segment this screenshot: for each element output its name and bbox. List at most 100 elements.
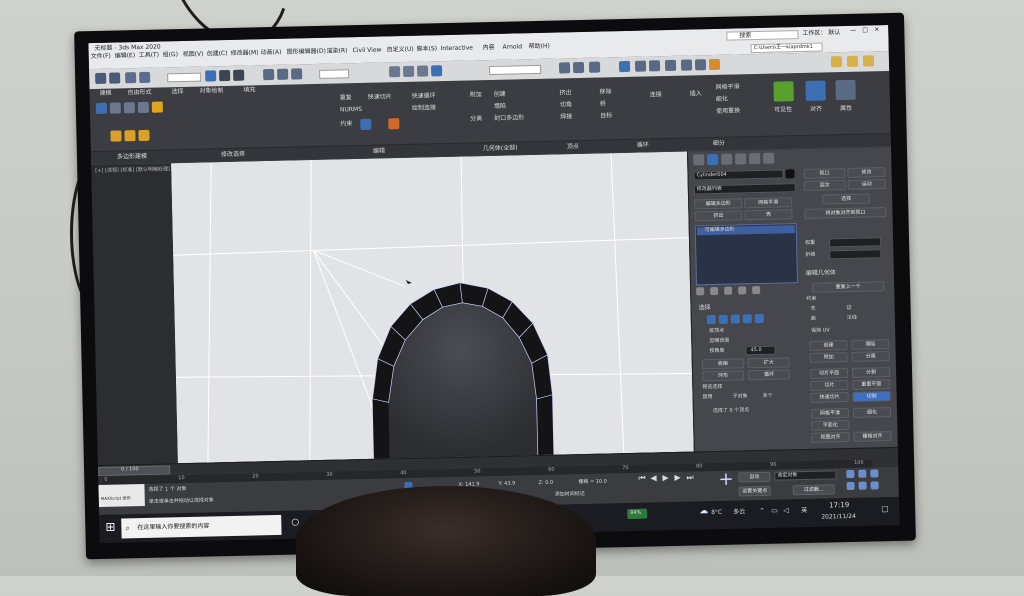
menu-item[interactable]: 视图(V) bbox=[183, 51, 204, 58]
volume-icon[interactable]: ◁ bbox=[783, 506, 789, 514]
loop-button[interactable]: 循环 bbox=[747, 369, 791, 381]
task-view-icon[interactable]: ○ bbox=[291, 518, 299, 528]
menu-item[interactable]: 自定义(U) bbox=[387, 46, 414, 54]
rect-selection-icon[interactable] bbox=[233, 69, 245, 81]
ribbon-mesh-smooth[interactable]: 网格平滑 bbox=[715, 83, 739, 91]
network-icon[interactable]: ▭ bbox=[771, 507, 778, 515]
workspace-value[interactable]: 默认 bbox=[828, 29, 840, 36]
ribbon-extrude[interactable]: 挤出 bbox=[560, 89, 572, 96]
menu-item[interactable]: 工具(T) bbox=[139, 52, 160, 59]
align-icon[interactable] bbox=[572, 61, 585, 74]
ribbon-cap[interactable]: 封口多边形 bbox=[494, 114, 524, 122]
curve-editor-icon[interactable] bbox=[634, 60, 647, 72]
ribbon-detach[interactable]: 分离 bbox=[470, 115, 482, 122]
meshsmooth-geo-button[interactable]: 网格平滑 bbox=[810, 408, 850, 419]
coord-y[interactable]: Y: 43.9 bbox=[498, 481, 515, 487]
motion-tab-icon[interactable] bbox=[735, 153, 747, 165]
create-tab-icon[interactable] bbox=[693, 154, 705, 166]
selection-rollout-title[interactable]: 选择 bbox=[698, 304, 710, 311]
grow-button[interactable]: 扩大 bbox=[747, 357, 790, 369]
ribbon-refine[interactable]: 细化 bbox=[716, 96, 728, 103]
ribbon-insert[interactable]: 插入 bbox=[690, 90, 702, 97]
constraint-face-radio[interactable]: 面 bbox=[811, 316, 816, 322]
edge-icon[interactable] bbox=[109, 102, 121, 114]
ribbon-collapse[interactable]: 塌陷 bbox=[494, 103, 506, 110]
close-icon[interactable]: ✕ bbox=[874, 26, 879, 33]
maxscript-listener[interactable]: MAXScript 迷你 bbox=[98, 484, 145, 508]
link-icon[interactable] bbox=[125, 72, 137, 84]
stack-icon[interactable] bbox=[110, 130, 122, 142]
unlink-icon[interactable] bbox=[139, 71, 151, 84]
minimize-icon[interactable]: — bbox=[850, 27, 856, 34]
shell-button[interactable]: 壳 bbox=[744, 209, 793, 221]
angle-field[interactable]: 45.0 bbox=[745, 345, 776, 356]
attach-button[interactable]: 附加 bbox=[809, 352, 848, 363]
visibility-icon[interactable] bbox=[773, 81, 794, 102]
auto-key-button[interactable]: 自动 bbox=[738, 471, 771, 483]
key-filters-button[interactable]: 过滤器... bbox=[792, 484, 835, 496]
project-path[interactable]: C:\Users\王一kiaprdmk1 bbox=[750, 42, 823, 54]
menu-item[interactable]: 组(G) bbox=[163, 51, 178, 58]
ribbon-nurms[interactable]: NURMS bbox=[340, 106, 362, 113]
coord-z[interactable]: Z: 0.0 bbox=[538, 480, 553, 486]
selection-filter[interactable] bbox=[167, 72, 202, 83]
scale-icon[interactable] bbox=[291, 68, 303, 80]
preview-off-radio[interactable]: 禁用 bbox=[703, 394, 713, 400]
modify-tab-icon[interactable] bbox=[707, 153, 719, 166]
ime-indicator[interactable]: 英 bbox=[801, 507, 807, 514]
graphite-icon[interactable] bbox=[618, 60, 631, 73]
ribbon-chamfer[interactable]: 切角 bbox=[560, 101, 572, 108]
menu-item[interactable]: 编辑(E) bbox=[115, 52, 136, 59]
ribbon-weld[interactable]: 焊接 bbox=[560, 113, 572, 120]
ribbon-connect[interactable]: 连接 bbox=[650, 91, 662, 98]
slice-button[interactable]: 切片 bbox=[810, 380, 849, 391]
ribbon-constraint[interactable]: 约束 bbox=[340, 120, 352, 127]
viewport[interactable] bbox=[171, 151, 694, 464]
tab-modeling[interactable]: 建模 bbox=[99, 90, 111, 97]
meshsmooth-button[interactable]: 网格平滑 bbox=[744, 197, 793, 209]
ring-button[interactable]: 环形 bbox=[701, 370, 745, 382]
folder-icon[interactable] bbox=[830, 56, 843, 68]
menu-item[interactable]: Civil View bbox=[353, 47, 382, 55]
grid-align-button[interactable]: 栅格对齐 bbox=[853, 431, 892, 442]
weight-field[interactable] bbox=[829, 237, 882, 248]
slice-plane-button[interactable]: 切片平面 bbox=[809, 368, 849, 379]
menu-item[interactable]: 图形编辑器(D) bbox=[287, 48, 326, 56]
folder-icon[interactable] bbox=[862, 55, 875, 67]
vertex-level-icon[interactable] bbox=[706, 315, 716, 325]
render-icon[interactable] bbox=[708, 58, 721, 71]
taskbar-search[interactable]: ⌕ 在这里输入你要搜索的内容 bbox=[121, 514, 282, 539]
extrude-button[interactable]: 挤出 bbox=[694, 210, 743, 222]
constraint-icon[interactable] bbox=[360, 118, 372, 131]
ribbon-bridge[interactable]: 桥 bbox=[600, 100, 606, 107]
remove-modifier-icon[interactable] bbox=[738, 286, 747, 295]
ribbon-target[interactable]: 目标 bbox=[600, 112, 612, 119]
display-tab-icon[interactable] bbox=[749, 152, 761, 165]
utilities-tab-icon[interactable] bbox=[763, 152, 775, 164]
pin-icon[interactable] bbox=[696, 287, 705, 296]
modifier-stack[interactable]: 可编辑多边形 bbox=[694, 223, 799, 286]
notification-icon[interactable]: ▢ bbox=[881, 504, 889, 513]
go-to-end-icon[interactable]: ⏭ bbox=[686, 473, 693, 482]
selected-object-dropdown[interactable]: 选定对象 bbox=[774, 470, 837, 481]
battery-badge[interactable]: 84% bbox=[627, 508, 648, 520]
angle-snap-icon[interactable] bbox=[402, 65, 415, 78]
vertex-icon[interactable] bbox=[95, 102, 107, 115]
menu-item[interactable]: 内容 bbox=[483, 44, 495, 51]
clock-time[interactable]: 17:19 bbox=[829, 501, 849, 509]
ignore-backfacing-checkbox[interactable]: 忽略背面 bbox=[709, 338, 729, 344]
reference-coord[interactable] bbox=[319, 69, 350, 79]
right-button[interactable]: 修改 bbox=[847, 167, 886, 178]
split-button[interactable]: 分割 bbox=[851, 367, 891, 378]
tab-freeform[interactable]: 自由形式 bbox=[127, 89, 151, 97]
maximize-icon[interactable]: □ bbox=[862, 26, 868, 33]
zoom-extents-icon[interactable] bbox=[870, 469, 879, 478]
constraint-icon[interactable] bbox=[388, 118, 400, 130]
menu-item[interactable]: 脚本(S) bbox=[417, 45, 438, 52]
make-planar-button[interactable]: 平面化 bbox=[811, 420, 850, 431]
stack-icon[interactable] bbox=[138, 129, 150, 142]
detach-button[interactable]: 分离 bbox=[851, 351, 890, 362]
right-button[interactable]: 将对象对齐到视口 bbox=[804, 207, 887, 219]
polygon-icon[interactable] bbox=[137, 101, 149, 114]
right-button[interactable]: 层次 bbox=[803, 180, 846, 191]
